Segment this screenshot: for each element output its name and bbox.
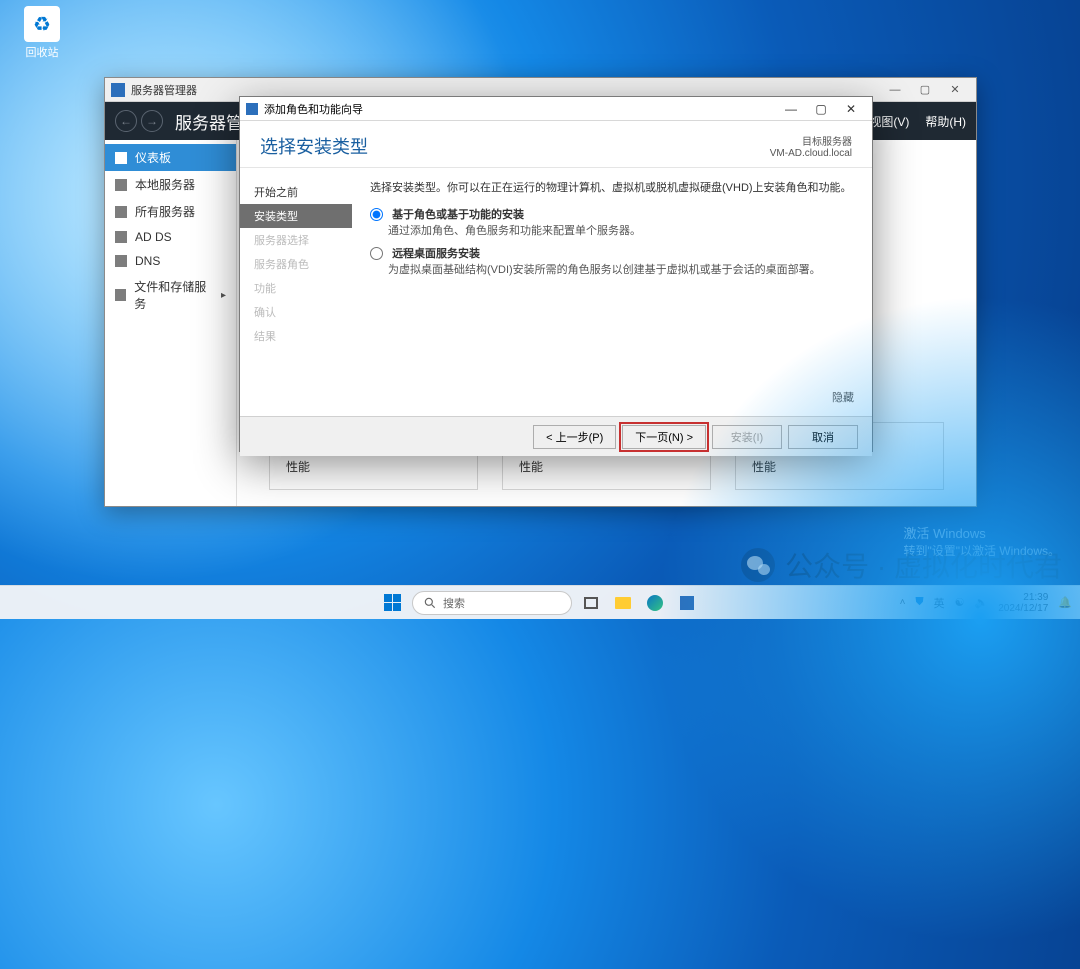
recycle-bin-label: 回收站 bbox=[12, 44, 72, 60]
maximize-button[interactable]: ▢ bbox=[910, 83, 940, 96]
recycle-bin-icon: ♻ bbox=[24, 6, 60, 42]
servers-icon bbox=[115, 206, 127, 218]
wizard-content: 选择安装类型。你可以在正在运行的物理计算机、虚拟机或脱机虚拟硬盘(VHD)上安装… bbox=[352, 168, 872, 416]
nav-adds[interactable]: AD DS bbox=[105, 225, 236, 249]
option-rds[interactable]: 远程桌面服务安装 为虚拟桌面基础结构(VDI)安装所需的角色服务以创建基于虚拟机… bbox=[370, 246, 854, 279]
wechat-icon bbox=[741, 548, 775, 582]
wizard-steps: 开始之前 安装类型 服务器选择 服务器角色 功能 确认 结果 bbox=[240, 168, 352, 416]
server-manager-nav: 仪表板 本地服务器 所有服务器 AD DS DNS 文件和存储服务▸ bbox=[105, 140, 237, 506]
option-role-based[interactable]: 基于角色或基于功能的安装 通过添加角色、角色服务和功能来配置单个服务器。 bbox=[370, 207, 854, 240]
destination-label: 目标服务器 bbox=[770, 133, 852, 148]
destination-server: VM-AD.cloud.local bbox=[770, 148, 852, 159]
option-role-based-label: 基于角色或基于功能的安装 bbox=[392, 209, 524, 221]
dns-icon bbox=[115, 255, 127, 267]
wechat-text: 公众号 · 虚拟化时代君 bbox=[785, 545, 1062, 585]
wizard-titlebar[interactable]: 添加角色和功能向导 — ▢ ✕ bbox=[240, 97, 872, 121]
dashboard-tile[interactable]: 服务 性能 bbox=[735, 422, 944, 490]
taskbar-search[interactable]: 搜索 bbox=[412, 591, 572, 615]
hide-link[interactable]: 隐藏 bbox=[832, 390, 854, 407]
clock-time: 21:39 bbox=[998, 592, 1048, 603]
wizard-title: 添加角色和功能向导 bbox=[264, 101, 363, 117]
taskbar: 搜索 ˄ ⛊ 英 ☯ 🔈 21:39 2024/12/17 🔔 bbox=[0, 585, 1080, 619]
activation-title: 激活 Windows bbox=[903, 523, 1060, 542]
step-results: 结果 bbox=[254, 324, 352, 348]
header-breadcrumb: 服务器管 bbox=[175, 109, 243, 134]
minimize-button[interactable]: — bbox=[880, 84, 910, 96]
notifications-button[interactable]: 🔔 bbox=[1058, 596, 1072, 609]
wizard-intro: 选择安装类型。你可以在正在运行的物理计算机、虚拟机或脱机虚拟硬盘(VHD)上安装… bbox=[370, 180, 854, 197]
activation-watermark: 激活 Windows 转到"设置"以激活 Windows。 bbox=[903, 523, 1060, 559]
wizard-minimize-button[interactable]: — bbox=[776, 102, 806, 116]
wizard-close-button[interactable]: ✕ bbox=[836, 102, 866, 116]
server-manager-icon bbox=[111, 83, 125, 97]
step-install-type[interactable]: 安装类型 bbox=[240, 204, 352, 228]
next-button[interactable]: 下一页(N) > bbox=[622, 425, 706, 449]
storage-icon bbox=[115, 289, 126, 301]
install-button: 安装(I) bbox=[712, 425, 782, 449]
search-placeholder: 搜索 bbox=[443, 595, 465, 611]
radio-rds[interactable] bbox=[370, 247, 383, 260]
chevron-right-icon: ▸ bbox=[221, 290, 226, 301]
step-features: 功能 bbox=[254, 276, 352, 300]
server-manager-title: 服务器管理器 bbox=[131, 82, 197, 98]
nav-dashboard[interactable]: 仪表板 bbox=[105, 144, 236, 171]
wizard-button-bar: < 上一步(P) 下一页(N) > 安装(I) 取消 bbox=[240, 416, 872, 456]
adds-icon bbox=[115, 231, 127, 243]
wizard-heading: 选择安装类型 bbox=[260, 133, 368, 159]
tile-performance: 性能 bbox=[519, 458, 694, 475]
add-roles-wizard: 添加角色和功能向导 — ▢ ✕ 选择安装类型 目标服务器 VM-AD.cloud… bbox=[239, 96, 873, 452]
step-confirm: 确认 bbox=[254, 300, 352, 324]
wechat-overlay: 公众号 · 虚拟化时代君 bbox=[741, 545, 1062, 585]
option-rds-desc: 为虚拟桌面基础结构(VDI)安装所需的角色服务以创建基于虚拟机或基于会话的桌面部… bbox=[388, 262, 854, 279]
activation-sub: 转到"设置"以激活 Windows。 bbox=[903, 542, 1060, 559]
dashboard-icon bbox=[115, 152, 127, 164]
option-rds-label: 远程桌面服务安装 bbox=[392, 248, 480, 260]
step-before[interactable]: 开始之前 bbox=[254, 180, 352, 204]
nav-file-storage[interactable]: 文件和存储服务▸ bbox=[105, 273, 236, 317]
system-tray: ˄ ⛊ 英 ☯ 🔈 21:39 2024/12/17 🔔 bbox=[900, 592, 1072, 614]
security-icon[interactable]: ⛊ bbox=[915, 596, 923, 609]
desktop-icon-recycle-bin[interactable]: ♻ 回收站 bbox=[12, 6, 72, 60]
wizard-icon bbox=[246, 103, 258, 115]
clock-date: 2024/12/17 bbox=[998, 603, 1048, 614]
tile-services: 服务 bbox=[752, 437, 927, 454]
tile-performance: 性能 bbox=[752, 458, 927, 475]
nav-all-servers[interactable]: 所有服务器 bbox=[105, 198, 236, 225]
tile-performance: 性能 bbox=[286, 458, 461, 475]
prev-button[interactable]: < 上一步(P) bbox=[533, 425, 616, 449]
nav-local-server[interactable]: 本地服务器 bbox=[105, 171, 236, 198]
server-icon bbox=[115, 179, 127, 191]
radio-role-based[interactable] bbox=[370, 208, 383, 221]
ime-lang[interactable]: 英 bbox=[934, 595, 945, 611]
menu-view[interactable]: 视图(V) bbox=[869, 113, 909, 130]
nav-forward-button[interactable]: → bbox=[141, 110, 163, 132]
wizard-header: 选择安装类型 目标服务器 VM-AD.cloud.local bbox=[240, 121, 872, 168]
taskbar-clock[interactable]: 21:39 2024/12/17 bbox=[998, 592, 1048, 614]
option-role-based-desc: 通过添加角色、角色服务和功能来配置单个服务器。 bbox=[388, 223, 854, 240]
file-explorer-button[interactable] bbox=[610, 590, 636, 616]
step-server-selection: 服务器选择 bbox=[254, 228, 352, 252]
task-view-button[interactable] bbox=[578, 590, 604, 616]
nav-back-button[interactable]: ← bbox=[115, 110, 137, 132]
menu-help[interactable]: 帮助(H) bbox=[925, 113, 966, 130]
start-button[interactable] bbox=[380, 590, 406, 616]
server-manager-taskbar-button[interactable] bbox=[674, 590, 700, 616]
wizard-maximize-button[interactable]: ▢ bbox=[806, 102, 836, 116]
cancel-button[interactable]: 取消 bbox=[788, 425, 858, 449]
nav-dns[interactable]: DNS bbox=[105, 249, 236, 273]
ime-mode-icon[interactable]: ☯ bbox=[955, 596, 965, 609]
edge-button[interactable] bbox=[642, 590, 668, 616]
step-server-roles: 服务器角色 bbox=[254, 252, 352, 276]
close-button[interactable]: ✕ bbox=[940, 83, 970, 96]
search-icon bbox=[423, 596, 437, 610]
tray-overflow-button[interactable]: ˄ bbox=[900, 597, 906, 608]
volume-icon[interactable]: 🔈 bbox=[975, 596, 989, 609]
